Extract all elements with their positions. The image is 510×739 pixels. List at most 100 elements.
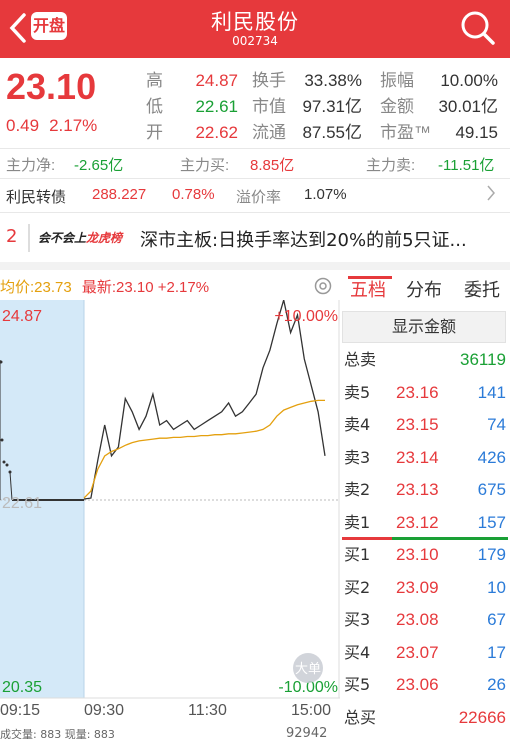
open-label: 开 — [146, 123, 163, 142]
level-volume: 426 — [477, 447, 506, 467]
pe-label: 市盈™ — [380, 123, 431, 142]
amplitude-value: 10.00% — [440, 71, 498, 90]
tab-distribution[interactable]: 分布 — [406, 276, 442, 302]
time-tick: 09:30 — [84, 702, 125, 719]
show-amount-button[interactable]: 显示金额 — [342, 311, 506, 343]
level-price: 23.12 — [396, 512, 439, 532]
net-flow-label: 主力净: — [6, 157, 56, 174]
turnover-value: 33.38% — [304, 71, 362, 90]
section-gap — [0, 262, 510, 270]
level-label: 买4 — [344, 642, 371, 662]
amount-label: 金额 — [380, 97, 414, 116]
level-label: 卖3 — [344, 447, 371, 467]
level-label: 卖1 — [344, 512, 371, 532]
level-label: 买2 — [344, 577, 371, 597]
time-tick: 15:00 — [291, 702, 332, 719]
bid-row[interactable]: 买1 23.10 179 — [342, 539, 508, 572]
last-price: 23.10 — [6, 66, 97, 107]
total-buy-label: 总买 — [344, 707, 377, 727]
price-change: 0.49 2.17% — [6, 116, 107, 136]
news-source-logo: 会不会上龙虎榜 — [38, 231, 123, 245]
high-label: 高 — [146, 71, 163, 90]
divider — [0, 178, 510, 179]
level-volume: 67 — [487, 610, 506, 629]
bid-ask-divider — [342, 537, 508, 540]
volume-label: 成交量: 883 现量: 883 — [0, 728, 115, 739]
bid-row[interactable]: 买4 23.07 17 — [342, 637, 508, 670]
level-price: 23.06 — [396, 675, 439, 694]
total-sell-label: 总卖 — [344, 350, 377, 369]
level-price: 23.14 — [396, 447, 439, 467]
amount-value: 30.01亿 — [438, 97, 498, 116]
y-bottom-label: 20.35 — [2, 679, 42, 696]
amplitude-label: 振幅 — [380, 71, 414, 90]
convertible-pct: 0.78% — [172, 186, 215, 203]
main-sell-label: 主力卖: — [366, 157, 416, 174]
level-volume: 17 — [487, 642, 506, 662]
main-buy-value: 8.85亿 — [250, 157, 295, 174]
level-price: 23.08 — [396, 610, 439, 629]
ask-row[interactable]: 卖1 23.12 157 — [342, 507, 508, 540]
quote-values-1: 24.87 22.61 22.62 — [186, 68, 238, 146]
quote-labels-2: 换手 市值 流通 — [252, 68, 286, 146]
quote-values-2: 33.38% 97.31亿 87.55亿 — [300, 68, 362, 146]
change-value: 0.49 — [6, 116, 40, 135]
mktcap-label: 市值 — [252, 97, 286, 116]
divider — [0, 148, 510, 149]
order-book-tabs: 五档 分布 委托 — [340, 272, 510, 306]
price-line — [83, 300, 326, 500]
level-label: 卖4 — [344, 415, 371, 434]
convertible-bond-row[interactable]: 利民转债 288.227 0.78% 溢价率 1.07% — [0, 182, 510, 208]
total-buy-value: 22666 — [458, 707, 506, 727]
news-item[interactable]: 2 会不会上龙虎榜 深市主板:日换手率达到20%的前5只证... — [0, 214, 510, 260]
time-axis: 09:15 09:30 11:30 15:00 — [0, 702, 340, 724]
turnover-label: 换手 — [252, 71, 286, 90]
level-volume: 141 — [477, 382, 506, 402]
news-headline: 深市主板:日换手率达到20%的前5只证... — [140, 230, 467, 251]
pe-value: 49.15 — [455, 123, 498, 142]
main-buy-label: 主力买: — [180, 157, 230, 174]
settings-icon[interactable] — [313, 276, 333, 296]
float-value: 87.55亿 — [302, 123, 362, 142]
total-sell-row: 总卖 36119 — [342, 344, 508, 377]
total-buy-row: 总买 22666 — [342, 702, 508, 735]
premium-value: 1.07% — [304, 186, 347, 203]
stock-name: 利民股份 — [211, 10, 299, 34]
level-volume: 26 — [487, 675, 506, 694]
pct-top-label: +10.00% — [274, 308, 338, 325]
level-price: 23.16 — [396, 382, 439, 402]
bid-row[interactable]: 买5 23.06 26 — [342, 669, 508, 702]
active-tab-indicator — [348, 276, 392, 279]
intraday-chart[interactable]: 24.87 22.61 20.35 +10.00% -10.00% 大单 — [0, 300, 340, 700]
big-order-badge-label: 大单 — [295, 662, 321, 677]
level-volume: 10 — [487, 577, 506, 597]
money-flow-row[interactable]: 主力净: -2.65亿 主力买: 8.85亿 主力卖: -11.51亿 — [0, 152, 510, 174]
low-label: 低 — [146, 97, 163, 116]
level-label: 卖5 — [344, 382, 371, 402]
search-icon[interactable] — [458, 8, 498, 48]
ask-row[interactable]: 卖2 23.13 675 — [342, 474, 508, 507]
low-value: 22.61 — [195, 97, 238, 116]
level-volume: 179 — [477, 545, 506, 564]
level-price: 23.07 — [396, 642, 439, 662]
avg-price-label: 均价:23.73 — [0, 279, 72, 296]
news-index: 2 — [6, 226, 18, 247]
stock-code: 002734 — [232, 34, 278, 48]
tab-orders[interactable]: 委托 — [464, 276, 500, 302]
quote-values-3: 10.00% 30.01亿 49.15 — [430, 68, 498, 146]
tab-five-levels[interactable]: 五档 — [350, 276, 386, 302]
ask-row[interactable]: 卖3 23.14 426 — [342, 442, 508, 475]
convertible-label: 利民转债 — [6, 189, 67, 206]
ask-row[interactable]: 卖5 23.16 141 — [342, 377, 508, 410]
chart-header: 均价:23.73 最新:23.10 +2.17% — [0, 276, 209, 297]
float-label: 流通 — [252, 123, 286, 142]
app-header: 开盘 利民股份 002734 — [0, 0, 510, 58]
avg-price-line — [83, 399, 325, 499]
volume-value: 92942 — [286, 726, 328, 739]
bid-row[interactable]: 买3 23.08 67 — [342, 604, 508, 637]
ask-row[interactable]: 卖4 23.15 74 — [342, 409, 508, 442]
level-price: 23.13 — [396, 480, 439, 499]
high-value: 24.87 — [195, 71, 238, 90]
news-divider — [28, 224, 30, 252]
bid-row[interactable]: 买2 23.09 10 — [342, 572, 508, 605]
